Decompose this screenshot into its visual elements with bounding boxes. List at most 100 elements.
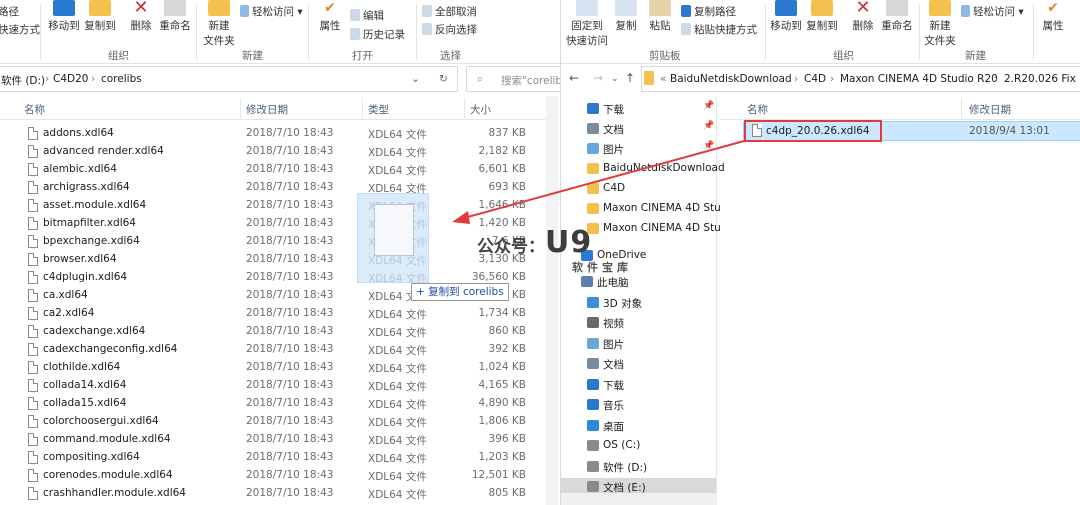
easy-access-icon bbox=[240, 5, 249, 17]
history-button[interactable]: 历史记录 bbox=[350, 27, 405, 42]
group-new-label: 新建 bbox=[242, 50, 263, 62]
column-name[interactable]: 名称 bbox=[747, 102, 768, 117]
chevron-right-icon: › bbox=[794, 73, 799, 85]
invert-selection-button[interactable]: 反向选择 bbox=[422, 22, 477, 37]
move-to-button[interactable]: 移动到 bbox=[769, 0, 803, 33]
edit-button[interactable]: 编辑 bbox=[350, 8, 384, 23]
table-row[interactable]: command.module.xdl64 2018/7/10 18:43 XDL64… bbox=[24, 431, 536, 449]
properties-button[interactable]: ✔ 属性 bbox=[1039, 0, 1067, 33]
table-row[interactable]: ca2.xdl64 2018/7/10 18:43 XDL64 文件 1,734 KB bbox=[24, 305, 536, 323]
delete-button[interactable]: ✕ 删除 bbox=[127, 0, 155, 33]
nav-horizontal-scrollbar[interactable] bbox=[561, 493, 717, 505]
file-type: XDL64 文件 bbox=[368, 327, 427, 339]
group-new-label: 新建 bbox=[965, 50, 986, 62]
column-size[interactable]: 大小 bbox=[470, 102, 491, 117]
drag-ghost bbox=[357, 193, 429, 283]
file-size: 1,806 KB bbox=[478, 415, 527, 427]
breadcrumb-maxon[interactable]: Maxon CINEMA 4D Studio R20 bbox=[840, 73, 998, 85]
up-arrow-icon[interactable]: ↑ bbox=[625, 71, 635, 85]
left-address-bar[interactable]: 软件 (D:) › C4D20 › corelibs ⌄ ↻ bbox=[0, 66, 458, 92]
back-arrow-icon[interactable]: ← bbox=[569, 71, 579, 85]
copy-to-button[interactable]: 复制到 bbox=[83, 0, 117, 33]
pin-icon[interactable]: 📌 bbox=[703, 141, 714, 151]
file-date: 2018/7/10 18:43 bbox=[246, 235, 334, 247]
table-row[interactable]: collada14.xdl64 2018/7/10 18:43 XDL64 文件 4,… bbox=[24, 377, 536, 395]
file-icon bbox=[28, 235, 38, 248]
column-date[interactable]: 修改日期 bbox=[969, 102, 1011, 117]
breadcrumb-corelibs[interactable]: corelibs bbox=[101, 73, 142, 85]
table-row[interactable]: collada15.xdl64 2018/7/10 18:43 XDL64 文件 4,… bbox=[24, 395, 536, 413]
breadcrumb-c4d20[interactable]: C4D20 bbox=[53, 73, 88, 85]
nav-item-label: BaiduNetdiskDownload bbox=[603, 162, 725, 174]
file-date: 2018/7/10 18:43 bbox=[246, 163, 334, 175]
column-type[interactable]: 类型 bbox=[368, 102, 389, 117]
left-scrollbar[interactable] bbox=[546, 96, 558, 505]
right-address-bar[interactable]: « BaiduNetdiskDownload › C4D › Maxon CIN… bbox=[641, 66, 1080, 92]
file-size: 1,203 KB bbox=[478, 451, 527, 463]
rename-button[interactable]: 重命名 bbox=[879, 0, 915, 33]
table-row[interactable]: corenodes.module.xdl64 2018/7/10 18:43 XDL… bbox=[24, 467, 536, 485]
easy-access-button[interactable]: 轻松访问 ▾ bbox=[961, 4, 1024, 19]
table-row[interactable]: browser.xdl642018/7/10 18:43XDL64 文件3,13… bbox=[24, 251, 536, 269]
table-row[interactable]: cadexchangeconfig.xdl64 2018/7/10 18:43 XD… bbox=[24, 341, 536, 359]
column-date[interactable]: 修改日期 bbox=[246, 102, 288, 117]
folder-icon bbox=[587, 163, 599, 174]
properties-button[interactable]: ✔ 属性 bbox=[316, 0, 344, 33]
table-row[interactable]: asset.module.xdl642018/7/10 18:43XDL64 文… bbox=[24, 197, 536, 215]
table-row[interactable]: bpexchange.xdl642018/7/10 18:43XDL64 文件7… bbox=[24, 233, 536, 251]
rename-button[interactable]: 重命名 bbox=[158, 0, 192, 33]
table-row[interactable]: clothilde.xdl64 2018/7/10 18:43 XDL64 文件 1,… bbox=[24, 359, 536, 377]
recent-locations-icon[interactable]: ⌄ bbox=[611, 74, 619, 84]
file-size: 396 KB bbox=[488, 433, 526, 445]
select-none-button[interactable]: 全部取消 bbox=[422, 4, 477, 19]
this-pc-icon bbox=[581, 276, 593, 287]
chevron-right-icon: › bbox=[994, 73, 999, 85]
move-to-button[interactable]: 移动到 bbox=[47, 0, 81, 33]
folder-icon bbox=[929, 0, 951, 16]
file-type: XDL64 文件 bbox=[368, 489, 427, 501]
pin-quick-access-button[interactable]: 固定到 快速访问 bbox=[565, 0, 609, 48]
file-date: 2018/7/10 18:43 bbox=[246, 451, 334, 463]
table-row[interactable]: crashhandler.module.xdl64 2018/7/10 18:43… bbox=[24, 485, 536, 503]
breadcrumb-drive[interactable]: 软件 (D:) bbox=[1, 73, 45, 88]
path-label[interactable]: 路径 bbox=[0, 4, 19, 19]
table-row[interactable]: advanced render.xdl64 2018/7/10 18:43 XDL6… bbox=[24, 143, 536, 161]
table-row[interactable]: addons.xdl64 2018/7/10 18:43 XDL64 文件 837 K… bbox=[24, 125, 536, 143]
nav-item-label: 音乐 bbox=[603, 400, 624, 412]
table-row[interactable]: colorchoosergui.xdl64 2018/7/10 18:43 XDL6… bbox=[24, 413, 536, 431]
shortcut-label[interactable]: 快速方式 bbox=[0, 22, 40, 37]
easy-access-button[interactable]: 轻松访问 ▾ bbox=[240, 4, 303, 19]
dropdown-chevron-icon[interactable]: ⌄ bbox=[411, 73, 420, 85]
nav-item-label: 文档 bbox=[603, 359, 624, 371]
breadcrumb-c4d[interactable]: C4D bbox=[804, 73, 826, 85]
file-name: compositing.xdl64 bbox=[43, 451, 140, 463]
breadcrumb-baidu[interactable]: BaiduNetdiskDownload bbox=[670, 73, 792, 85]
pin-icon[interactable]: 📌 bbox=[703, 101, 714, 111]
nav-item-label: Maxon CINEMA 4D Stu bbox=[603, 202, 721, 214]
nav-item-label: 视频 bbox=[603, 318, 624, 330]
new-folder-button[interactable]: 新建 文件夹 bbox=[202, 0, 236, 48]
breadcrumb-fix[interactable]: 2.R20.026 Fix bbox=[1004, 73, 1076, 85]
forward-arrow-icon[interactable]: → bbox=[593, 71, 603, 85]
file-size: 4,890 KB bbox=[478, 397, 527, 409]
paste-shortcut-button[interactable]: 粘贴快捷方式 bbox=[681, 22, 757, 37]
column-name[interactable]: 名称 bbox=[24, 102, 45, 117]
copy-to-button[interactable]: 复制到 bbox=[805, 0, 839, 33]
file-name: collada15.xdl64 bbox=[43, 397, 127, 409]
table-row[interactable]: alembic.xdl64 2018/7/10 18:43 XDL64 文件 6,60… bbox=[24, 161, 536, 179]
table-row[interactable]: compositing.xdl64 2018/7/10 18:43 XDL64 文件… bbox=[24, 449, 536, 467]
new-folder-button[interactable]: 新建 文件夹 bbox=[923, 0, 957, 48]
copy-path-button[interactable]: 复制路径 bbox=[681, 4, 736, 19]
file-date: 2018/7/10 18:43 bbox=[246, 253, 334, 265]
pin-icon[interactable]: 📌 bbox=[703, 121, 714, 131]
table-row[interactable]: bitmapfilter.xdl642018/7/10 18:43XDL64 文… bbox=[24, 215, 536, 233]
table-row[interactable]: archigrass.xdl64 2018/7/10 18:43 XDL64 文件 6… bbox=[24, 179, 536, 197]
copy-button[interactable]: 复制 bbox=[611, 0, 641, 33]
file-icon bbox=[28, 289, 38, 302]
file-name: collada14.xdl64 bbox=[43, 379, 127, 391]
table-row[interactable]: cadexchange.xdl64 2018/7/10 18:43 XDL64 文件… bbox=[24, 323, 536, 341]
delete-button[interactable]: ✕ 删除 bbox=[849, 0, 877, 33]
refresh-icon[interactable]: ↻ bbox=[439, 73, 448, 85]
left-search-box[interactable]: ⌕ 搜索"corelib bbox=[466, 66, 560, 92]
paste-button[interactable]: 粘贴 bbox=[645, 0, 675, 33]
